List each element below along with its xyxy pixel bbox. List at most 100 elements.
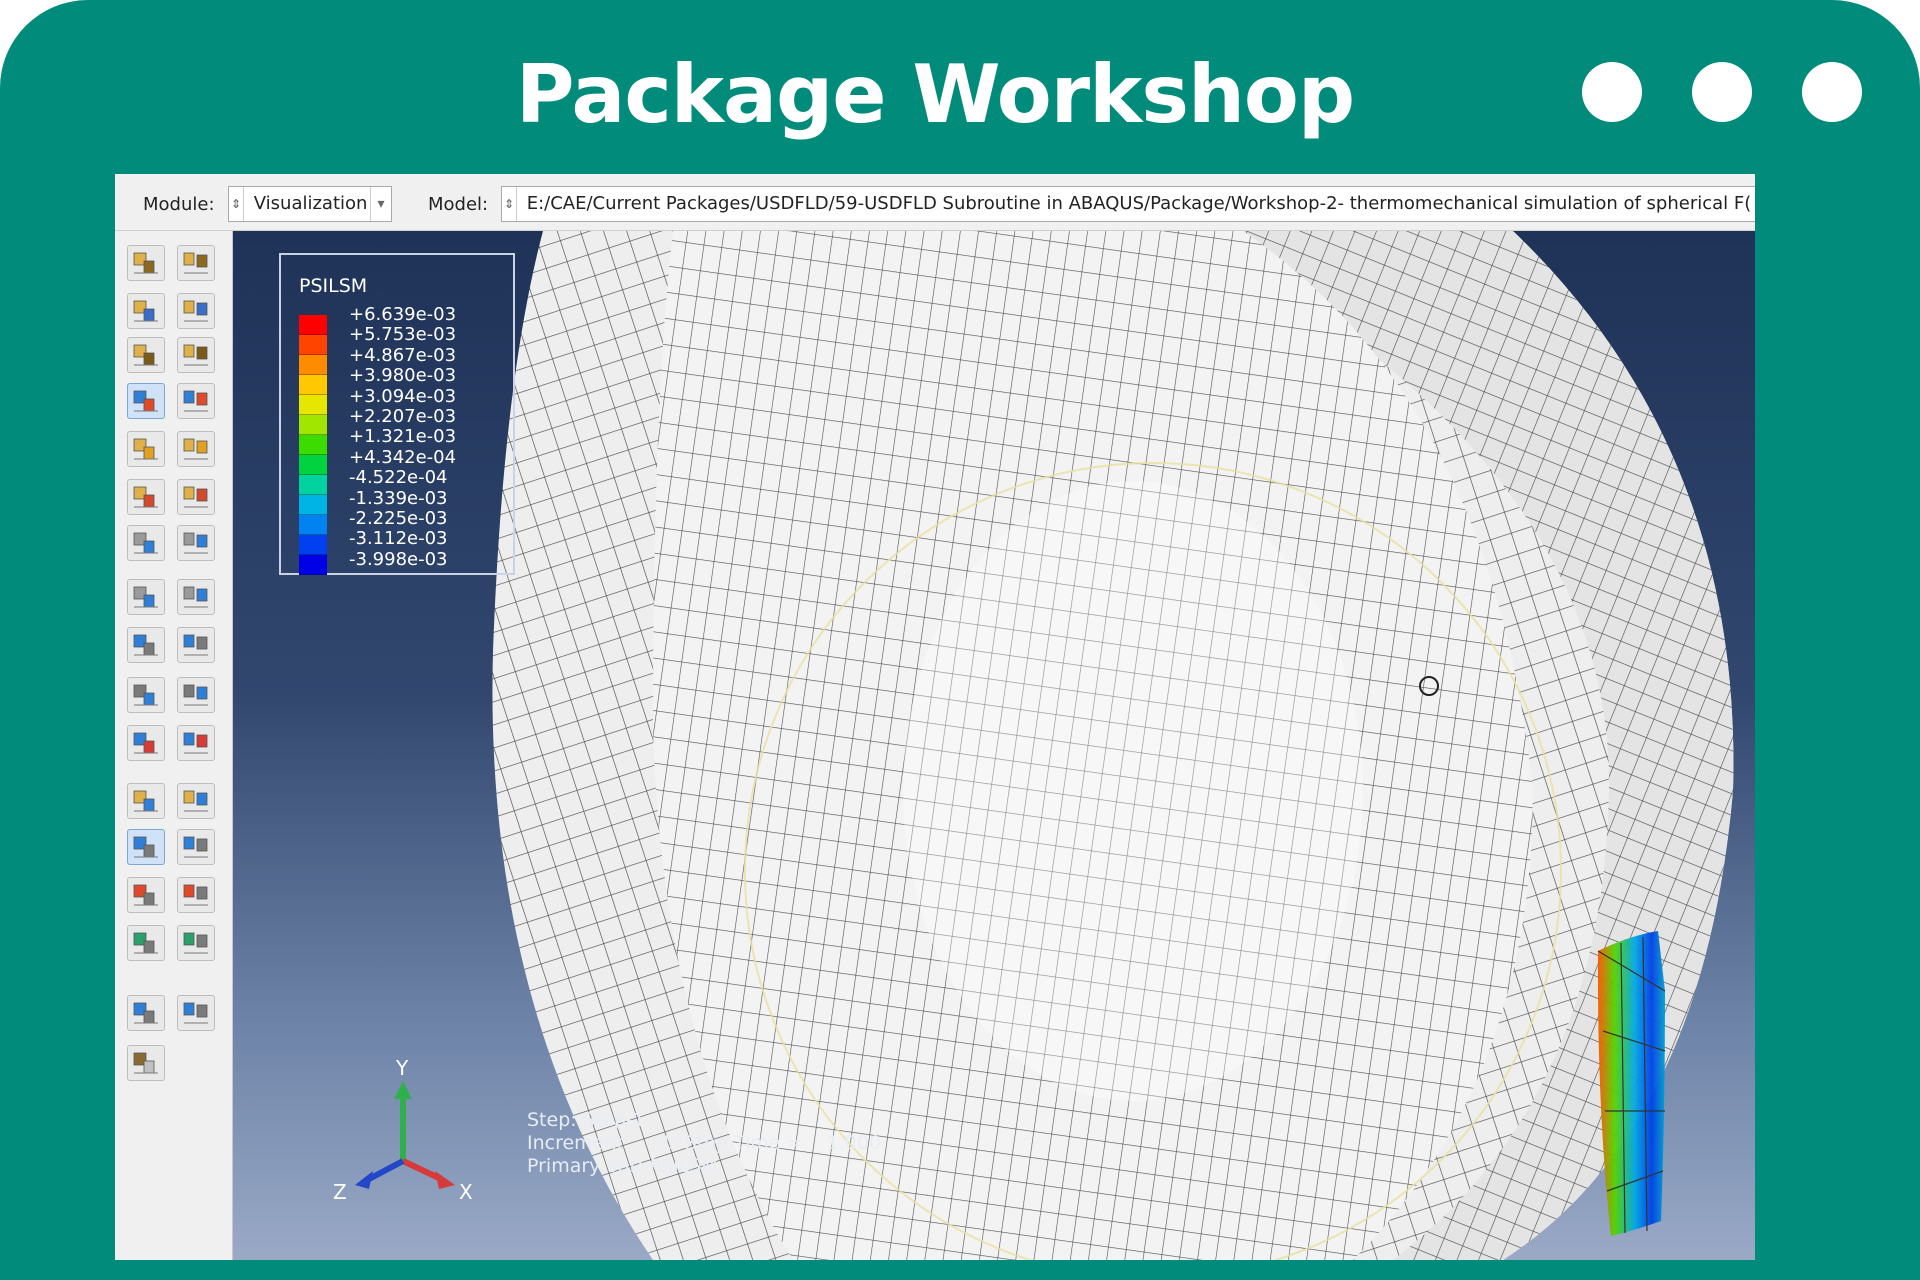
legend-value: +1.321e-03 — [349, 426, 457, 448]
replace-icon — [183, 836, 208, 858]
legend-swatch — [299, 335, 327, 355]
tool-material-orientation-icon-16-0[interactable] — [127, 1045, 165, 1081]
coordinate-triad-icon — [183, 532, 208, 554]
legend-value: +6.639e-03 — [349, 304, 457, 325]
step-info: Step: Step-1 Increment 1: Step Time = 1.… — [527, 1109, 881, 1178]
tool-layers-icon-7-0[interactable] — [127, 579, 165, 615]
window-frame: Package Workshop Module: ⇕ Visualization… — [0, 0, 1920, 1280]
legend-swatch — [299, 395, 327, 415]
tool-coordinate-triad-icon-10-0[interactable] — [127, 725, 165, 761]
triad-y-label: Y — [395, 1056, 409, 1080]
tool-result-options-icon-5-0[interactable] — [127, 479, 165, 515]
legend-value: +2.207e-03 — [349, 406, 457, 428]
legend-title: PSILSM — [299, 275, 368, 297]
step-line: Step: Step-1 — [527, 1109, 645, 1131]
tool-material-orientation-icon-9-0[interactable] — [127, 677, 165, 713]
legend-labels: +6.639e-03 +5.753e-03 +4.867e-03 +3.980e-03… — [349, 304, 457, 570]
xy-data-icon — [183, 586, 208, 608]
material-orientation-icon — [133, 438, 158, 460]
tool-query-icon-6-1[interactable] — [177, 525, 215, 561]
spin-icon: ⇕ — [502, 187, 517, 221]
window-dot-2[interactable] — [1692, 62, 1752, 122]
tool-plot-deformed-icon-14-1[interactable] — [177, 925, 215, 961]
coordinate-triad-icon — [133, 532, 158, 554]
tool-layers-icon-14-0[interactable] — [127, 925, 165, 961]
contour-icon — [183, 344, 208, 366]
legend-swatch — [299, 555, 327, 575]
tool-coordinate-triad-icon-3-0[interactable] — [127, 383, 165, 419]
viewport[interactable]: PSILSM +6.639e-03 +5.753e-03 +4.867e-03 +3.… — [233, 231, 1755, 1260]
legend-value: +3.094e-03 — [349, 385, 457, 407]
legend-swatches — [299, 315, 327, 575]
tool-plot-deformed-icon-0-1[interactable] — [177, 245, 215, 281]
triad-z-label: Z — [333, 1180, 347, 1201]
legend-swatch — [299, 315, 327, 335]
legend-swatch — [299, 495, 327, 515]
layers-icon — [133, 252, 158, 274]
module-select[interactable]: ⇕ Visualization ▾ — [228, 186, 392, 222]
contour-legend: PSILSM +6.639e-03 +5.753e-03 +4.867e-03 +3.… — [279, 253, 515, 575]
legend-swatch — [299, 475, 327, 495]
legend-value: +3.980e-03 — [349, 365, 457, 387]
tool-layers-icon-0-0[interactable] — [127, 245, 165, 281]
cut-view-icon — [133, 790, 158, 812]
spin-icon: ⇕ — [229, 187, 244, 221]
replace-icon — [133, 836, 158, 858]
module-value: Visualization — [253, 193, 368, 214]
tool-display-group-icon-11-1[interactable] — [177, 783, 215, 819]
path-icon — [183, 634, 208, 656]
contour-icon — [133, 344, 158, 366]
legend-swatch — [299, 535, 327, 555]
result-options-icon — [183, 732, 208, 754]
display-group-icon — [183, 684, 208, 706]
context-bar: Module: ⇕ Visualization ▾ Model: ⇕ E:/CA… — [115, 174, 1755, 231]
layers-icon — [133, 932, 158, 954]
contour-icon — [133, 1052, 158, 1074]
tool-material-orientation-icon-2-0[interactable] — [127, 337, 165, 373]
path-icon — [133, 634, 158, 656]
tool-query-icon-13-1[interactable] — [177, 877, 215, 913]
legend-swatch — [299, 415, 327, 435]
tool-contour-icon-15-0[interactable] — [127, 995, 165, 1031]
legend-swatch — [299, 515, 327, 535]
tool-contour-icon-8-0[interactable] — [127, 627, 165, 663]
tool-animate-icon-2-1[interactable] — [177, 337, 215, 373]
plot-deformed-icon — [133, 300, 158, 322]
tool-path-icon-11-0[interactable] — [127, 783, 165, 819]
xy-data-icon — [133, 586, 158, 608]
window-dot-3[interactable] — [1802, 62, 1862, 122]
legend-value: +4.342e-04 — [349, 446, 457, 468]
tool-plot-deformed-icon-7-1[interactable] — [177, 579, 215, 615]
legend-value: -2.225e-03 — [349, 508, 448, 530]
tool-display-group-icon-4-1[interactable] — [177, 431, 215, 467]
tool-xy-data-icon-3-1[interactable] — [177, 383, 215, 419]
tool-cut-view-icon-12-1[interactable] — [177, 829, 215, 865]
primary-var-line: Primary Var: PSILSM — [527, 1155, 718, 1177]
tool-animate-icon-9-1[interactable] — [177, 677, 215, 713]
cut-view-icon — [183, 790, 208, 812]
legend-swatch — [299, 355, 327, 375]
tool-symbol-icon-1-1[interactable] — [177, 293, 215, 329]
layers-icon — [183, 252, 208, 274]
legend-value: -4.522e-04 — [349, 467, 448, 489]
coordinate-triad-icon: Y X Z — [333, 1056, 473, 1201]
model-select[interactable]: ⇕ E:/CAE/Current Packages/USDFLD/59-USDF… — [501, 186, 1755, 222]
tool-xy-data-icon-10-1[interactable] — [177, 725, 215, 761]
module-label: Module: — [143, 194, 215, 215]
legend-value: -3.998e-03 — [349, 548, 448, 570]
legend-value: -1.339e-03 — [349, 487, 448, 509]
tool-cut-view-icon-5-1[interactable] — [177, 479, 215, 515]
animate-icon — [183, 486, 208, 508]
tool-replace-icon-13-0[interactable] — [127, 877, 165, 913]
window-dot-1[interactable] — [1582, 62, 1642, 122]
query-icon — [183, 884, 208, 906]
triad-x-label: X — [459, 1180, 473, 1201]
tool-symbol-icon-15-1[interactable] — [177, 995, 215, 1031]
tool-path-icon-4-0[interactable] — [127, 431, 165, 467]
tool-symbol-icon-8-1[interactable] — [177, 627, 215, 663]
query-icon — [133, 884, 158, 906]
tool-contour-icon-1-0[interactable] — [127, 293, 165, 329]
symbol-icon — [133, 390, 158, 412]
tool-result-options-icon-12-0[interactable] — [127, 829, 165, 865]
tool-replace-icon-6-0[interactable] — [127, 525, 165, 561]
